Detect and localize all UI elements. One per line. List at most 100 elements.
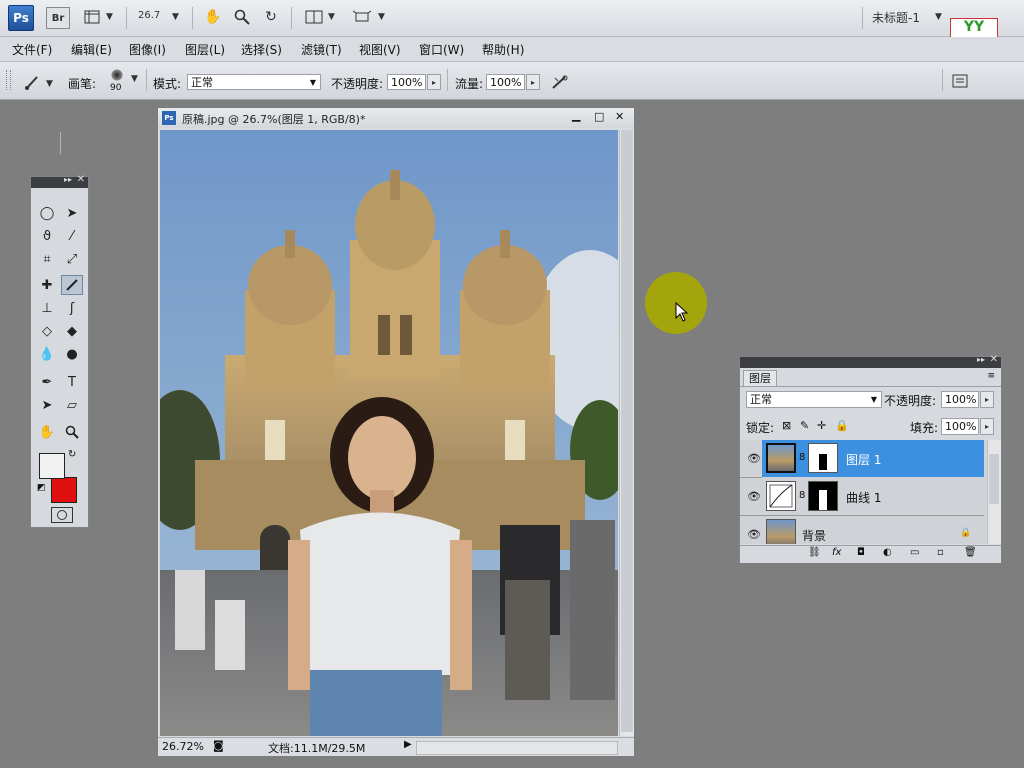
- eraser-tool-icon[interactable]: ◇: [36, 321, 58, 341]
- panel-menu-icon[interactable]: ≡: [987, 371, 995, 381]
- move-tool-icon[interactable]: ➤: [61, 203, 83, 223]
- brush-picker-dropdown-icon[interactable]: ▼: [131, 74, 138, 84]
- swap-colors-icon[interactable]: ↻: [68, 449, 76, 460]
- layer-style-icon[interactable]: fx: [832, 547, 841, 558]
- layer-visibility-cell[interactable]: 👁: [740, 516, 762, 544]
- view-extras-dropdown-icon[interactable]: ▼: [106, 12, 113, 22]
- background-color-swatch[interactable]: [51, 477, 77, 503]
- menu-file[interactable]: 文件(F): [12, 41, 52, 58]
- menu-edit[interactable]: 编辑(E): [71, 41, 112, 58]
- layers-scrollbar[interactable]: [987, 440, 1001, 544]
- flow-slider-button[interactable]: ▸: [526, 74, 540, 90]
- zoom-dropdown-icon[interactable]: ▼: [172, 12, 179, 22]
- blend-mode-select[interactable]: 正常 ▼: [187, 74, 321, 90]
- horizontal-scrollbar[interactable]: [416, 741, 618, 755]
- tool-preset-picker[interactable]: [22, 72, 42, 92]
- eye-icon[interactable]: 👁: [747, 452, 761, 465]
- flow-input[interactable]: 100%: [486, 74, 525, 90]
- blur-tool-icon[interactable]: 💧: [36, 344, 58, 364]
- arrange-documents-button[interactable]: [304, 7, 324, 27]
- brush-tool-icon[interactable]: [61, 275, 83, 295]
- workspace-title[interactable]: 未标题-1: [872, 9, 920, 26]
- layer-row-layer1[interactable]: 8 图层 1: [762, 440, 984, 477]
- lasso-tool-icon[interactable]: ϑ: [36, 226, 58, 246]
- minimize-icon[interactable]: ▁: [572, 109, 580, 122]
- view-extras-button[interactable]: [82, 7, 102, 27]
- tool-preset-dropdown-icon[interactable]: ▼: [46, 79, 53, 89]
- new-layer-icon[interactable]: ▫: [937, 547, 944, 558]
- layer-row-background[interactable]: 背景 🔒: [762, 516, 984, 544]
- type-tool-icon[interactable]: T: [61, 372, 83, 392]
- link-icon[interactable]: 8: [799, 490, 805, 501]
- lock-transparent-icon[interactable]: ⊠: [782, 419, 791, 432]
- trash-icon[interactable]: 🗑: [964, 547, 977, 558]
- zoom-tool-icon[interactable]: [232, 7, 252, 27]
- shape-tool-icon[interactable]: ▱: [61, 395, 83, 415]
- pen-tool-icon[interactable]: ✒: [36, 372, 58, 392]
- menu-help[interactable]: 帮助(H): [482, 41, 524, 58]
- healing-brush-tool-icon[interactable]: ✚: [36, 275, 58, 295]
- brush-panel-toggle-icon[interactable]: [950, 71, 970, 91]
- foreground-color-swatch[interactable]: [39, 453, 65, 479]
- vertical-scrollbar[interactable]: [619, 130, 634, 736]
- maximize-icon[interactable]: □: [594, 110, 604, 123]
- layer-name[interactable]: 图层 1: [846, 451, 881, 468]
- lock-all-icon[interactable]: 🔒: [835, 419, 849, 432]
- layer-visibility-cell[interactable]: 👁: [740, 478, 762, 516]
- add-mask-icon[interactable]: ◘: [857, 547, 865, 558]
- scrollbar-thumb[interactable]: [621, 130, 633, 732]
- airbrush-toggle-icon[interactable]: [550, 72, 570, 92]
- eye-icon[interactable]: 👁: [747, 528, 761, 541]
- layer-mask-thumbnail[interactable]: [808, 481, 838, 511]
- menu-view[interactable]: 视图(V): [359, 41, 401, 58]
- layer-opacity-input[interactable]: 100%: [941, 391, 979, 408]
- zoom-level-dropdown[interactable]: 26.7: [138, 10, 160, 21]
- opacity-slider-button[interactable]: ▸: [427, 74, 441, 90]
- clone-stamp-tool-icon[interactable]: ⊥: [36, 298, 58, 318]
- tools-panel-header[interactable]: ▸▸ ✕: [31, 174, 88, 188]
- eye-icon[interactable]: 👁: [747, 490, 761, 503]
- arrange-dropdown-icon[interactable]: ▼: [328, 12, 335, 22]
- image-canvas[interactable]: [160, 130, 618, 736]
- menu-select[interactable]: 选择(S): [241, 41, 282, 58]
- scrollbar-thumb[interactable]: [989, 454, 999, 504]
- workspace-dropdown-icon[interactable]: ▼: [935, 12, 942, 22]
- link-icon[interactable]: 8: [799, 452, 805, 463]
- lock-position-icon[interactable]: ✛: [817, 419, 826, 432]
- collapse-icon[interactable]: ▸▸: [977, 355, 985, 364]
- menu-filter[interactable]: 滤镜(T): [301, 41, 342, 58]
- fill-slider-button[interactable]: ▸: [980, 418, 994, 435]
- eyedropper-tool-icon[interactable]: ⤢: [61, 249, 83, 269]
- layer-thumbnail[interactable]: [766, 443, 796, 473]
- menu-image[interactable]: 图像(I): [129, 41, 166, 58]
- brush-tip-icon[interactable]: [111, 69, 123, 81]
- magic-wand-tool-icon[interactable]: ⁄: [61, 226, 83, 246]
- zoom-field[interactable]: 26.72%: [162, 740, 204, 753]
- layer-name[interactable]: 曲线 1: [846, 489, 881, 506]
- curves-adjustment-icon[interactable]: [766, 481, 796, 511]
- link-layers-icon[interactable]: ⛓: [808, 547, 821, 558]
- dodge-tool-icon[interactable]: ●: [61, 344, 83, 364]
- options-bar-grip[interactable]: [6, 70, 11, 90]
- rotate-view-tool-icon[interactable]: ↻: [261, 7, 281, 27]
- status-menu-arrow-icon[interactable]: ▶: [404, 739, 412, 750]
- path-selection-tool-icon[interactable]: ➤: [36, 395, 58, 415]
- zoom-tool-icon[interactable]: [61, 422, 83, 442]
- menu-layer[interactable]: 图层(L): [185, 41, 225, 58]
- paint-bucket-tool-icon[interactable]: ◆: [61, 321, 83, 341]
- crop-tool-icon[interactable]: ⌗: [36, 249, 58, 269]
- adjustment-layer-icon[interactable]: ◐: [883, 547, 892, 558]
- collapse-icon[interactable]: ▸▸: [64, 175, 72, 184]
- close-icon[interactable]: ✕: [615, 110, 624, 123]
- layer-opacity-slider-button[interactable]: ▸: [980, 391, 994, 408]
- layer-thumbnail[interactable]: [766, 519, 796, 544]
- close-icon[interactable]: ✕: [77, 174, 85, 185]
- status-options-icon[interactable]: ◙: [213, 739, 224, 752]
- tab-layers[interactable]: 图层: [743, 370, 777, 386]
- hand-tool-icon[interactable]: ✋: [203, 7, 223, 27]
- screen-mode-button[interactable]: [352, 7, 372, 27]
- layer-row-curves1[interactable]: 8 曲线 1: [762, 478, 984, 516]
- fill-input[interactable]: 100%: [941, 418, 979, 435]
- launch-bridge-button[interactable]: Br: [46, 7, 70, 29]
- layer-visibility-cell[interactable]: 👁: [740, 440, 762, 478]
